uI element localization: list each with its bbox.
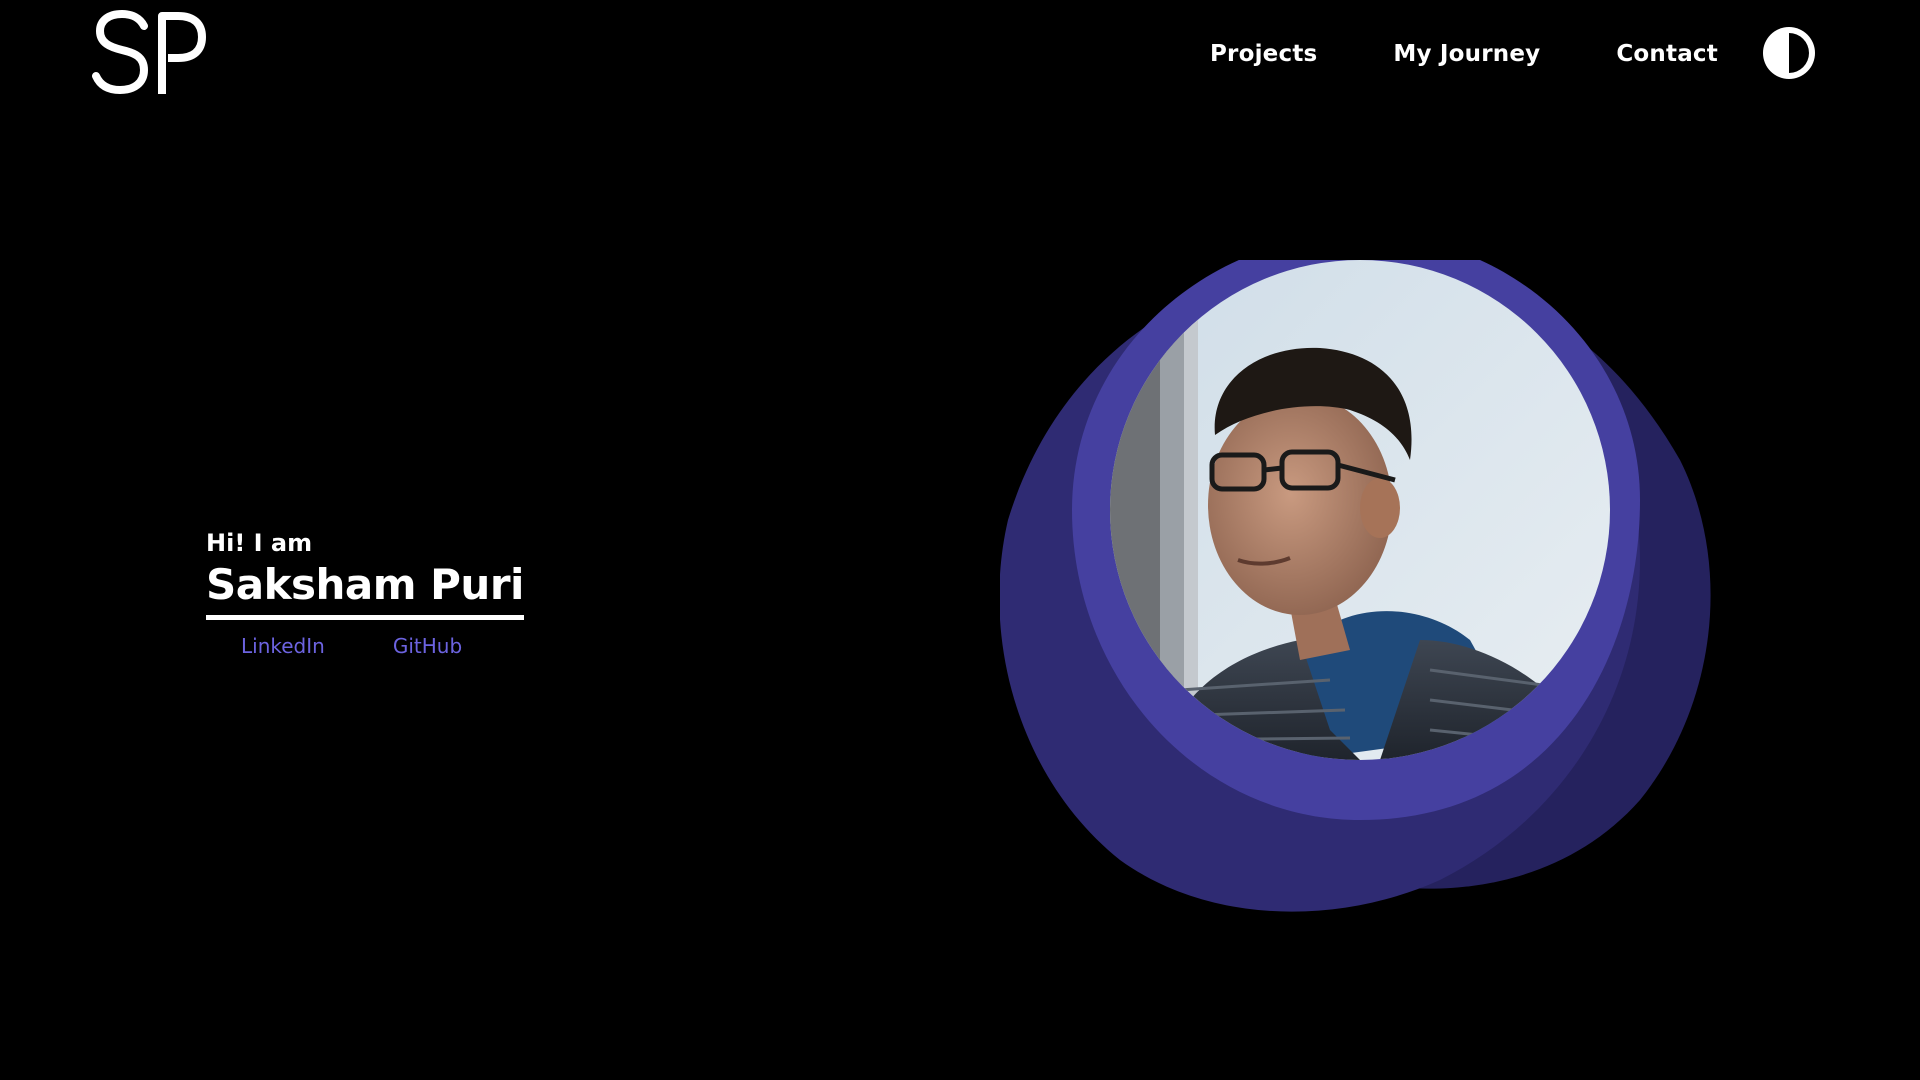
sp-logo-icon	[92, 10, 206, 95]
theme-toggle-button[interactable]	[1760, 24, 1818, 82]
linkedin-link[interactable]: LinkedIn	[241, 632, 325, 660]
github-link[interactable]: GitHub	[393, 632, 462, 660]
nav-link-contact[interactable]: Contact	[1616, 38, 1718, 70]
nav-link-projects[interactable]: Projects	[1210, 38, 1317, 70]
hero-name: Saksham Puri	[206, 560, 524, 609]
half-circle-contrast-icon	[1763, 27, 1815, 79]
social-links: LinkedIn GitHub	[206, 632, 606, 660]
nav-link-my-journey[interactable]: My Journey	[1393, 38, 1540, 70]
greeting-text: Hi! I am	[206, 529, 313, 557]
site-logo[interactable]	[92, 10, 208, 96]
profile-portrait	[1000, 260, 1720, 940]
hero-section: Hi! I am Saksham Puri LinkedIn GitHub	[206, 526, 606, 660]
profile-photo	[1110, 260, 1610, 760]
name-underline: Saksham Puri	[206, 560, 524, 620]
main-nav: Projects My Journey Contact	[1210, 38, 1718, 70]
portrait-graphic	[1000, 260, 1711, 912]
site-header: Projects My Journey Contact	[0, 0, 1920, 110]
page: Projects My Journey Contact Hi! I am Sak…	[0, 0, 1920, 1080]
